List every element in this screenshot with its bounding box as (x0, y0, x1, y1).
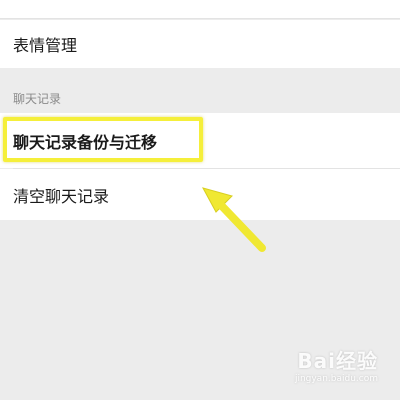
previous-settings-group (0, 0, 400, 19)
clear-chat-history-item[interactable]: 清空聊天记录 (0, 169, 400, 220)
highlight-annotation-box (3, 117, 203, 162)
chat-history-section-header: 聊天记录 (13, 92, 62, 106)
baidu-jingyan-watermark: Bai经验 jingyan.baidu.com (295, 345, 378, 384)
emoji-management-label: 表情管理 (13, 36, 78, 55)
watermark-url: jingyan.baidu.com (294, 374, 378, 384)
clear-chat-history-label: 清空聊天记录 (13, 186, 110, 206)
watermark-brand: Bai经验 (297, 349, 378, 373)
emoji-management-item[interactable]: 表情管理 (0, 20, 400, 68)
